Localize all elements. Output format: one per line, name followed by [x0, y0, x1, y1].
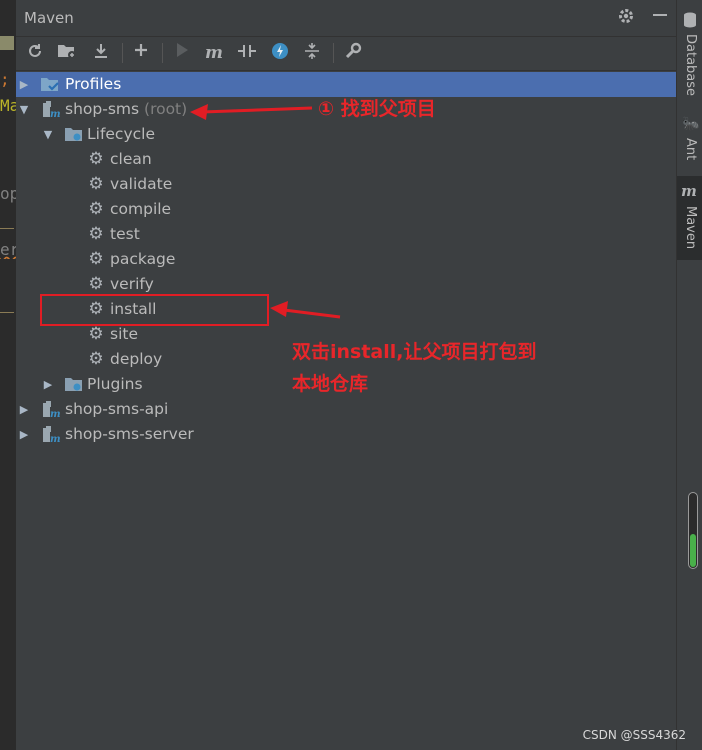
annotation-install-line1: 双击install,让父项目打包到 [292, 341, 537, 363]
watermark: CSDN @SSS4362 [582, 728, 686, 742]
annotation-find-parent: ① 找到父项目 [318, 98, 436, 120]
annotation-install-line2: 本地仓库 [292, 373, 369, 395]
install-highlight-box [40, 294, 269, 326]
